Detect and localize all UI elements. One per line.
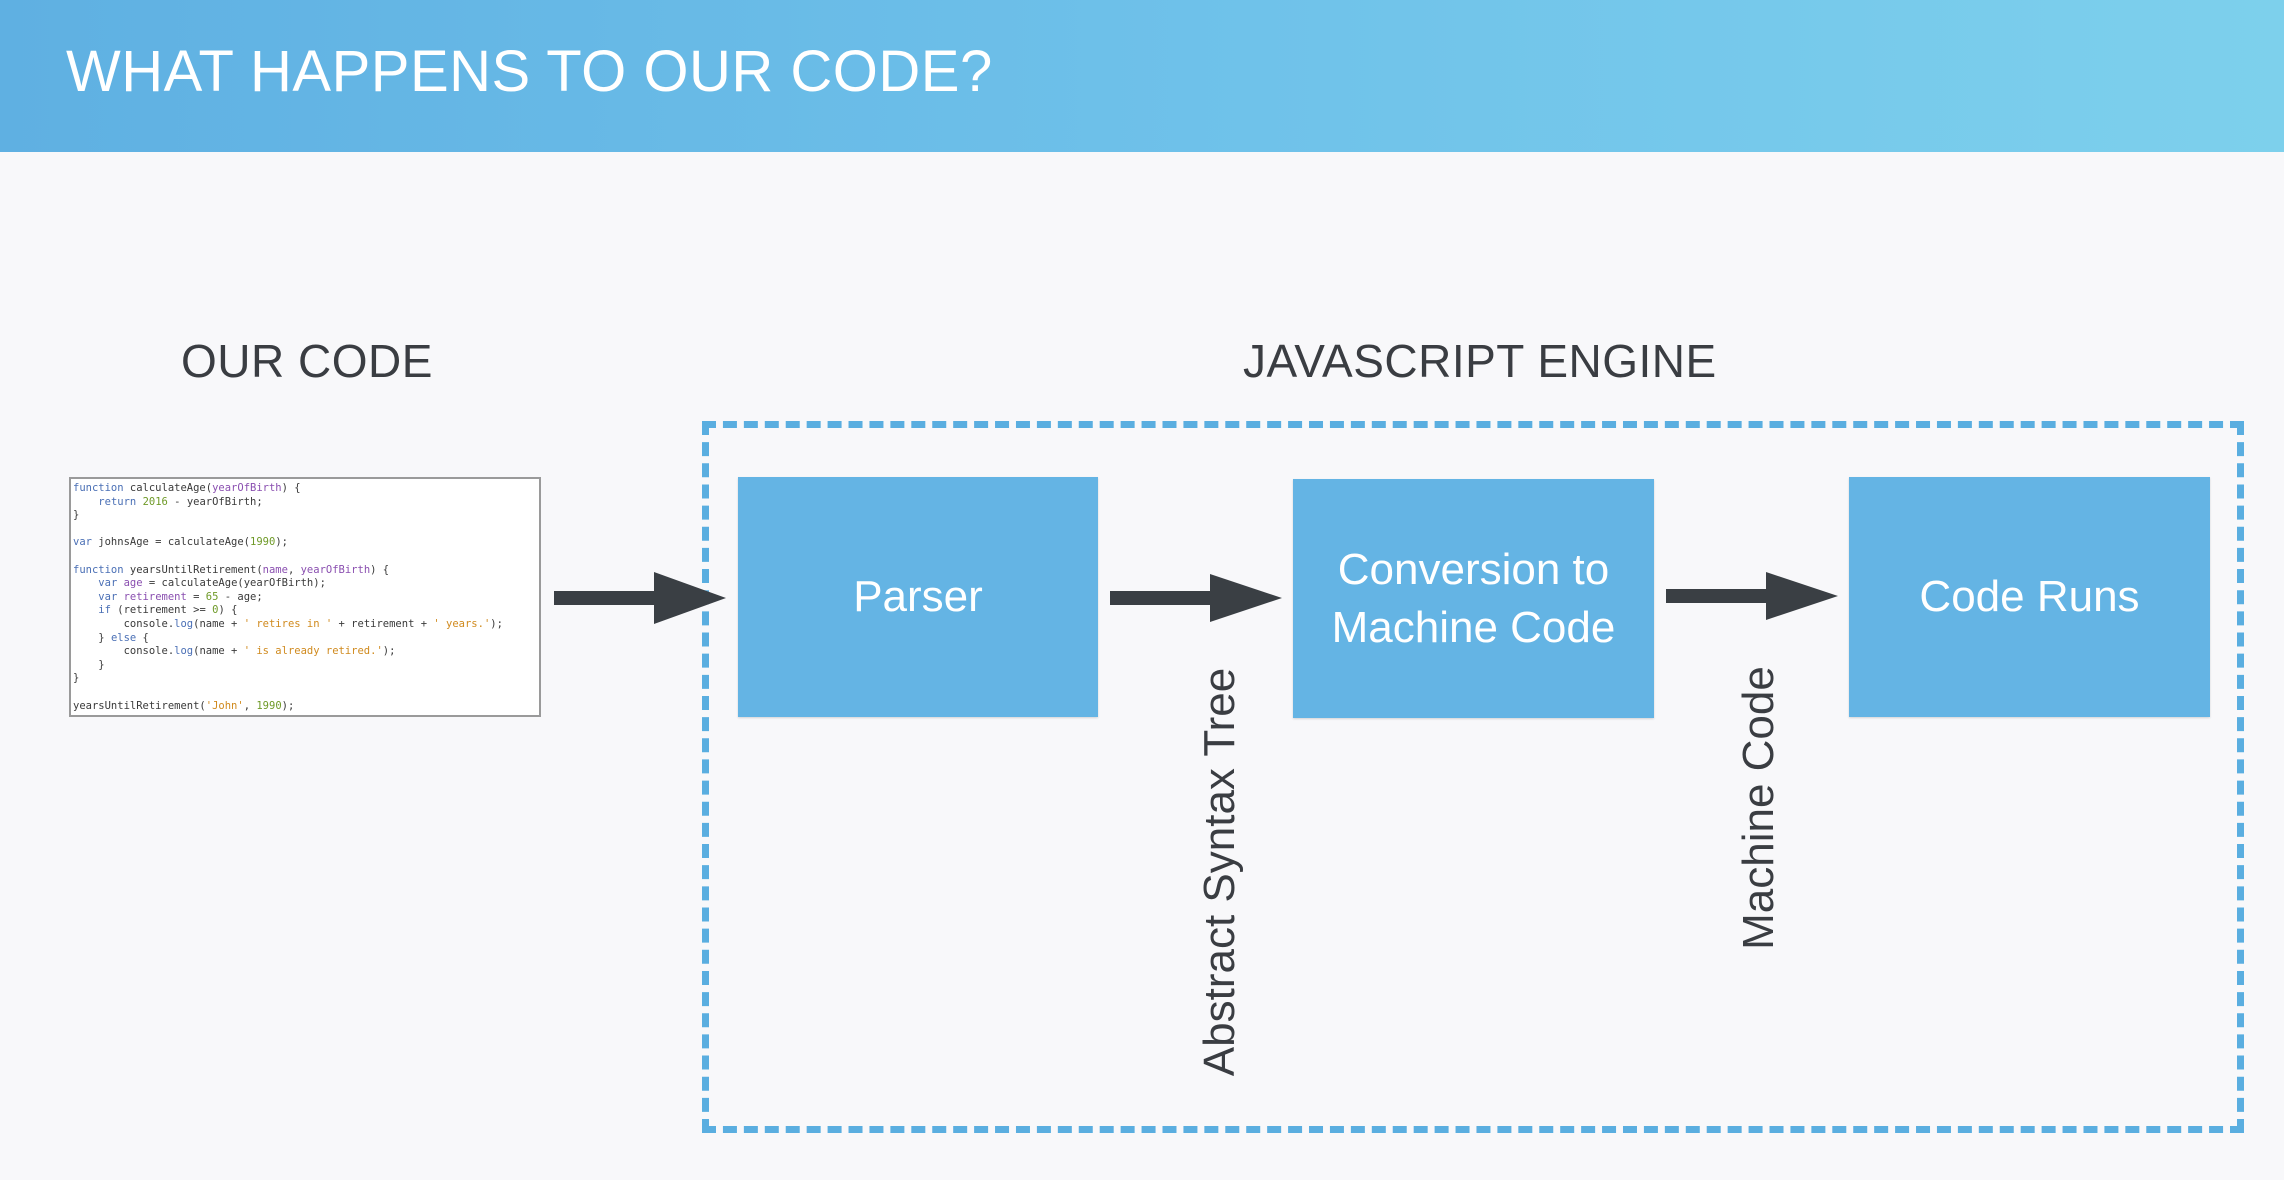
parser-step: Parser (738, 477, 1098, 717)
abstract-syntax-tree-label: Abstract Syntax Tree (1195, 667, 1244, 1077)
code-runs-step: Code Runs (1849, 477, 2210, 717)
code-line: } (73, 672, 80, 685)
code-line: } (73, 509, 80, 522)
code-snippet: function calculateAge(yearOfBirth) { ret… (69, 477, 541, 717)
code-line: yearsUntilRetirement('John', 1990); (73, 699, 295, 712)
arrow-parser-to-conversion (1110, 574, 1282, 622)
conversion-step: Conversion to Machine Code (1293, 479, 1654, 718)
javascript-engine-label: JAVASCRIPT ENGINE (1243, 335, 1717, 387)
arrow-code-to-engine (554, 572, 726, 624)
arrow-conversion-to-runs (1666, 572, 1838, 620)
code-line: return 2016 - yearOfBirth; (98, 495, 263, 508)
code-line: var age = calculateAge(yearOfBirth); (98, 577, 326, 590)
code-line: } else { (73, 631, 149, 644)
code-line: if (retirement >= 0) { (98, 604, 238, 617)
slide-header: WHAT HAPPENS TO OUR CODE? (0, 0, 2284, 152)
code-line: function yearsUntilRetirement(name, year… (73, 563, 390, 576)
code-line: console.log(name + ' retires in ' + reti… (73, 617, 503, 630)
code-line: var retirement = 65 - age; (98, 590, 263, 603)
code-line: } (73, 658, 105, 671)
machine-code-label: Machine Code (1734, 666, 1783, 950)
code-line: var johnsAge = calculateAge(1990); (73, 536, 288, 549)
code-line: console.log(name + ' is already retired.… (73, 645, 396, 658)
slide-title: WHAT HAPPENS TO OUR CODE? (66, 39, 993, 104)
code-line: function calculateAge(yearOfBirth) { (73, 482, 301, 494)
our-code-label: OUR CODE (181, 335, 433, 387)
